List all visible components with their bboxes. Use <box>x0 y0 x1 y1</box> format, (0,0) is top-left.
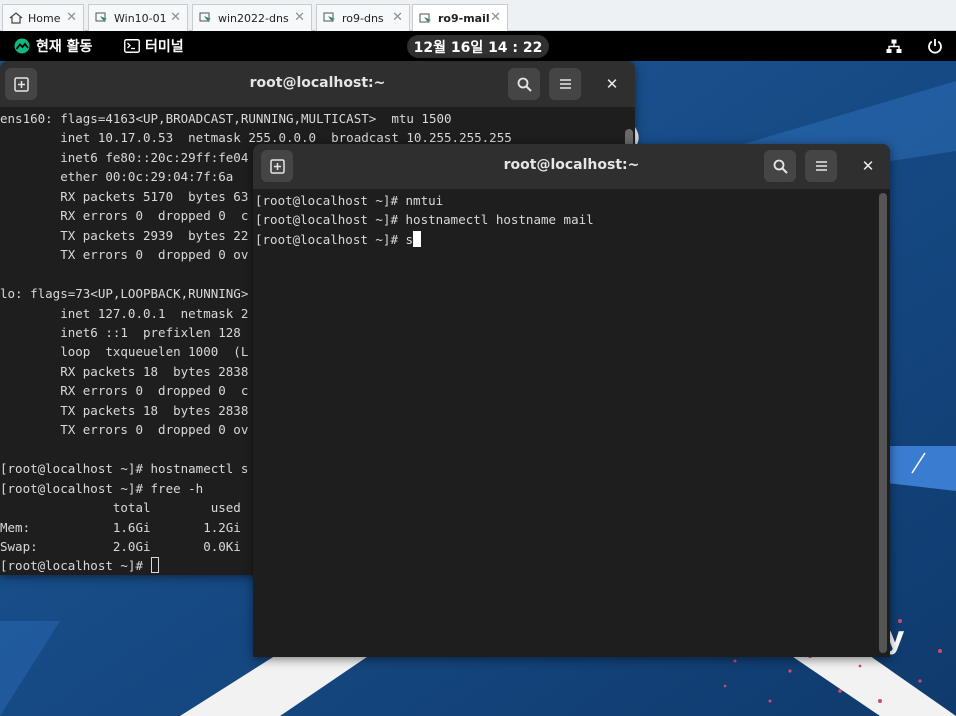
gnome-top-bar: 현재 활동 터미널 12월 16일 14 : 22 <box>0 31 956 61</box>
vm-icon <box>419 13 431 24</box>
terminal-line-text: [root@localhost ~]# nmtui <box>255 193 444 208</box>
terminal-line-text: ens160: flags=4163<UP,BROADCAST,RUNNING,… <box>0 111 452 126</box>
power-icon[interactable] <box>927 31 943 61</box>
terminal-line-text: TX packets 2939 bytes 22 <box>0 227 249 243</box>
text-cursor <box>413 230 422 247</box>
vm-tab-ro9-dns[interactable]: ro9-dns ✕ <box>316 4 410 31</box>
terminal-line-text: [root@localhost ~]# s <box>255 231 414 247</box>
vm-tab-home[interactable]: Home ✕ <box>2 4 84 31</box>
terminal-line-text: [root@localhost ~]# <box>0 558 151 574</box>
search-icon <box>773 159 788 174</box>
terminal-line: ens160: flags=4163<UP,BROADCAST,RUNNING,… <box>0 109 625 128</box>
rocky-logo-icon <box>14 38 30 54</box>
close-button[interactable]: ✕ <box>856 154 880 178</box>
terminal-line-text <box>0 267 8 282</box>
vm-icon <box>95 12 107 23</box>
close-button[interactable]: ✕ <box>600 72 624 96</box>
terminal-header[interactable]: root@localhost:~ ✕ <box>253 144 890 189</box>
close-icon[interactable]: ✕ <box>294 10 305 25</box>
terminal-line-text: TX errors 0 dropped 0 ov <box>0 247 249 263</box>
close-icon[interactable]: ✕ <box>170 10 181 25</box>
vm-tab-label: ro9-dns <box>342 11 384 25</box>
vm-icon <box>199 12 211 23</box>
terminal-line-text: Swap: 2.0Gi 0.0Ki <box>0 538 241 554</box>
activities-button[interactable]: 현재 활동 <box>14 31 92 61</box>
vm-tab-strip: Home ✕ Win10-01 ✕ win2022-dns ✕ ro9-dns … <box>0 0 956 32</box>
close-icon[interactable]: ✕ <box>392 10 403 25</box>
terminal-line: [root@localhost ~]# hostnamectl hostname… <box>255 210 875 229</box>
close-icon[interactable]: ✕ <box>66 10 77 25</box>
terminal-icon <box>124 39 140 53</box>
menu-button[interactable] <box>549 68 581 100</box>
terminal-line-text: [root@localhost ~]# hostnamectl hostname… <box>255 212 594 228</box>
terminal-line-text: lo: flags=73<UP,LOOPBACK,RUNNING> <box>0 286 249 302</box>
vm-tab-label: Win10-01 <box>114 11 167 25</box>
vm-tab-win10[interactable]: Win10-01 ✕ <box>88 4 188 31</box>
terminal-line-text: loop txqueuelen 1000 (L <box>0 344 249 360</box>
search-button[interactable] <box>764 150 796 182</box>
terminal-header[interactable]: root@localhost:~ ✕ <box>0 61 635 107</box>
terminal-line-text: TX errors 0 dropped 0 ov <box>0 422 249 438</box>
terminal-line-text: RX packets 18 bytes 2838 <box>0 363 249 379</box>
vm-tab-label: win2022-dns <box>218 11 289 25</box>
terminal-line: [root@localhost ~]# nmtui <box>255 191 875 210</box>
terminal-line-text: RX errors 0 dropped 0 c <box>0 208 249 224</box>
terminal-line-text: ether 00:0c:29:04:7f:6a <box>0 169 234 185</box>
search-icon <box>517 77 532 92</box>
terminal-line-text: RX errors 0 dropped 0 c <box>0 383 249 399</box>
vm-tab-win2022-dns[interactable]: win2022-dns ✕ <box>192 4 312 31</box>
vm-tab-ro9-mail[interactable]: ro9-mail ✕ <box>412 4 508 32</box>
terminal-line-text: [root@localhost ~]# hostnamectl s <box>0 461 249 477</box>
terminal-line-text: total used <box>0 500 241 516</box>
menu-button[interactable] <box>805 150 837 182</box>
close-icon[interactable]: ✕ <box>490 10 501 25</box>
close-icon: ✕ <box>861 157 875 175</box>
terminal-line-text: [root@localhost ~]# free -h <box>0 480 204 496</box>
vm-tab-label: Home <box>28 11 61 25</box>
terminal-line-text: TX packets 18 bytes 2838 <box>0 402 249 418</box>
vm-icon <box>323 12 335 23</box>
hamburger-icon <box>559 79 571 89</box>
home-icon <box>9 12 23 24</box>
terminal-line-text: inet6 fe80::20c:29ff:fe04 <box>0 149 249 165</box>
terminal-line-text: inet 127.0.0.1 netmask 2 <box>0 305 249 321</box>
clock[interactable]: 12월 16일 14 : 22 <box>407 35 549 58</box>
vm-tab-label: ro9-mail <box>438 12 490 25</box>
scrollbar-thumb[interactable] <box>879 193 887 653</box>
text-cursor <box>150 557 159 574</box>
app-menu[interactable]: 터미널 <box>124 31 184 61</box>
close-icon: ✕ <box>605 75 619 93</box>
terminal-line-text: inet6 ::1 prefixlen 128 <box>0 324 241 340</box>
terminal-line: [root@localhost ~]# s <box>255 230 875 249</box>
app-name-label: 터미널 <box>145 39 184 55</box>
activities-label: 현재 활동 <box>36 39 93 55</box>
terminal-line-text: RX packets 5170 bytes 63 <box>0 188 249 204</box>
scrollbar[interactable] <box>877 191 890 657</box>
terminal-window-front[interactable]: root@localhost:~ ✕ [root@localhost ~]# n… <box>253 144 890 657</box>
network-icon[interactable] <box>886 31 902 61</box>
hamburger-icon <box>815 161 827 171</box>
search-button[interactable] <box>508 68 540 100</box>
terminal-line-text <box>0 442 8 457</box>
terminal-line-text: Mem: 1.6Gi 1.2Gi <box>0 519 241 535</box>
terminal-output[interactable]: [root@localhost ~]# nmtui [root@localhost… <box>255 191 875 657</box>
